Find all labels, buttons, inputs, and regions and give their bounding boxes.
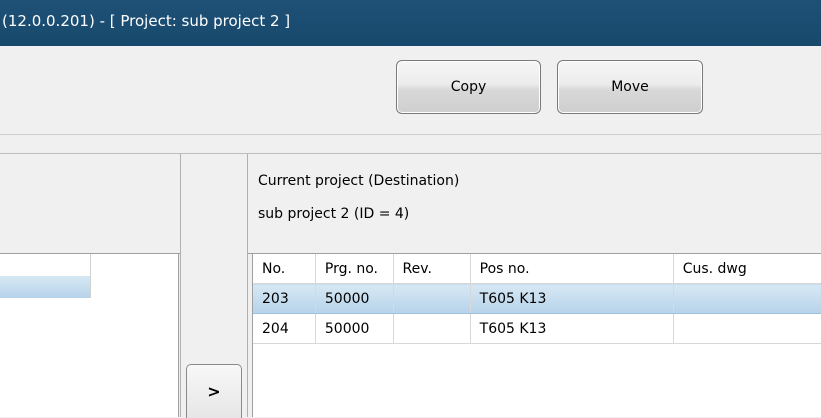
move-button[interactable]: Move [557, 60, 703, 114]
cell-prg-no: 50000 [315, 313, 394, 344]
cell-rev [393, 313, 471, 344]
copy-button[interactable]: Copy [396, 60, 541, 114]
cell-cus-dwg [673, 313, 821, 344]
cell-rev [393, 283, 471, 314]
cell-no: 203 [253, 283, 316, 314]
column-header-rev[interactable]: Rev. [393, 254, 471, 284]
table-row[interactable]: 204 50000 T605 K13 [253, 313, 821, 344]
title-bar: (12.0.0.201) - [ Project: sub project 2 … [0, 0, 821, 46]
window-title: (12.0.0.201) - [ Project: sub project 2 … [2, 12, 291, 30]
destination-project: sub project 2 (ID = 4) [258, 206, 410, 222]
cell-pos-no: T605 K13 [470, 283, 674, 314]
table-row[interactable]: 203 50000 T605 K13 [253, 283, 821, 314]
source-grid[interactable] [0, 254, 179, 417]
cell-prg-no: 50000 [315, 283, 394, 314]
column-header-no[interactable]: No. [253, 254, 316, 284]
transfer-right-button[interactable]: > [186, 364, 242, 418]
cell-cus-dwg [673, 283, 821, 314]
cell-no: 204 [253, 313, 316, 344]
grid-header-row: No. Prg. no. Rev. Pos no. Cus. dwg [253, 254, 821, 284]
destination-grid[interactable]: No. Prg. no. Rev. Pos no. Cus. dwg 203 5… [252, 254, 821, 417]
destination-heading: Current project (Destination) [258, 173, 460, 189]
toolbar: Copy Move [0, 46, 821, 134]
source-grid-selected-row[interactable] [0, 276, 91, 298]
column-header-pos-no[interactable]: Pos no. [470, 254, 674, 284]
column-header-prg-no[interactable]: Prg. no. [315, 254, 394, 284]
column-header-cus-dwg[interactable]: Cus. dwg [673, 254, 821, 284]
cell-pos-no: T605 K13 [470, 313, 674, 344]
source-grid-header [0, 254, 91, 277]
